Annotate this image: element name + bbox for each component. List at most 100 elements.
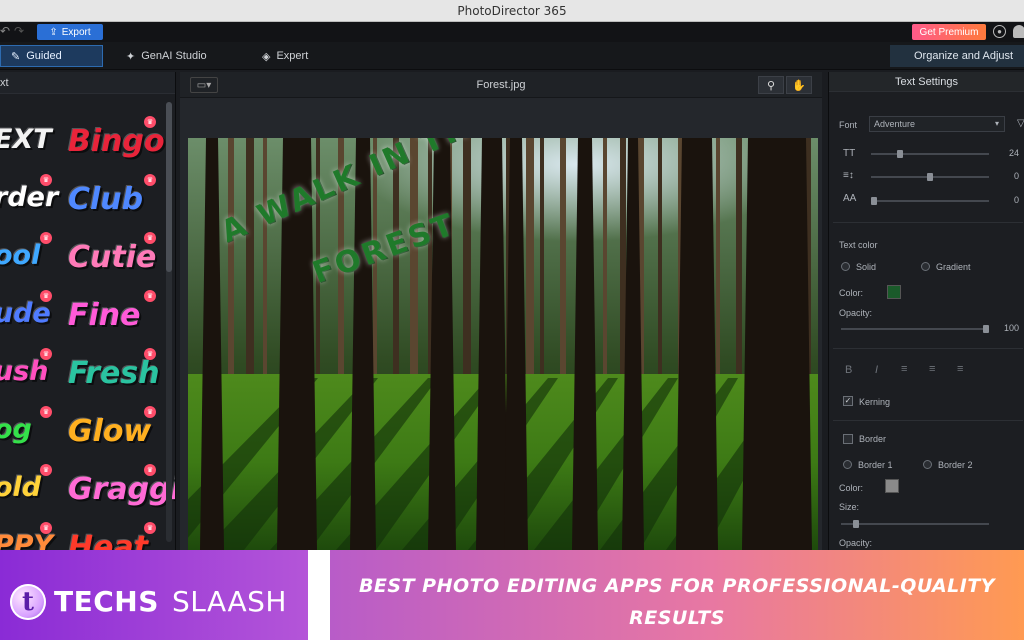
- solid-label: Solid: [856, 262, 877, 272]
- file-name: Forest.jpg: [476, 79, 526, 91]
- get-premium-button[interactable]: Get Premium: [912, 24, 986, 40]
- font-size-slider[interactable]: [871, 150, 989, 158]
- border1-radio[interactable]: [843, 460, 852, 469]
- text-style-preset[interactable]: Cutie: [68, 240, 156, 275]
- font-value: Adventure: [874, 119, 916, 129]
- premium-crown-icon: ♛: [144, 406, 156, 418]
- font-select[interactable]: Adventure ▾: [869, 116, 1005, 132]
- divider: [833, 222, 1023, 223]
- align-right-icon[interactable]: ≡: [957, 363, 963, 375]
- text-style-preset[interactable]: ool: [0, 240, 40, 271]
- zoom-tool-button[interactable]: ⚲: [758, 76, 784, 94]
- premium-crown-icon: ♛: [144, 232, 156, 244]
- opacity-label: Opacity:: [839, 308, 873, 318]
- text-style-preset[interactable]: Graggiti: [68, 472, 175, 507]
- char-spacing-icon: AA: [843, 193, 857, 204]
- solid-radio[interactable]: [841, 262, 850, 271]
- font-size-knob[interactable]: [897, 150, 903, 158]
- magnifier-icon: ⚲: [766, 79, 776, 92]
- text-panel-header: xt: [0, 72, 175, 94]
- mode-tab-bar: ✎ Guided ✦ GenAI Studio ◈ Expert Organiz…: [0, 42, 1024, 70]
- sparkle-icon: ✦: [126, 50, 136, 63]
- notification-bell-icon[interactable]: [1013, 25, 1024, 38]
- opacity-knob[interactable]: [983, 325, 989, 333]
- text-style-preset[interactable]: EXT: [0, 124, 52, 155]
- border-size-slider[interactable]: [841, 520, 989, 528]
- style-panel-scrollbar[interactable]: [166, 102, 172, 542]
- layers-icon: ◈: [262, 50, 271, 63]
- border1-label: Border 1: [858, 460, 893, 470]
- divider: [833, 348, 1023, 349]
- text-style-preset[interactable]: Fresh: [68, 356, 160, 391]
- kerning-checkbox[interactable]: ✓: [843, 396, 853, 406]
- text-style-preset[interactable]: Bingo: [68, 124, 165, 159]
- text-style-preset[interactable]: Glow: [68, 414, 151, 449]
- premium-crown-icon: ♛: [40, 464, 52, 476]
- text-style-preset[interactable]: og: [0, 414, 32, 445]
- text-style-preset[interactable]: Club: [68, 182, 143, 217]
- char-spacing-slider[interactable]: [871, 197, 989, 205]
- border-opacity-label: Opacity:: [839, 538, 873, 548]
- tab-guided[interactable]: ✎ Guided: [0, 45, 103, 67]
- export-label: Export: [61, 26, 91, 38]
- text-style-preset[interactable]: Fine: [68, 298, 140, 333]
- border-size-label: Size:: [839, 502, 860, 512]
- premium-crown-icon: ♛: [40, 232, 52, 244]
- chevron-down-icon: ▾: [994, 119, 999, 128]
- text-style-preset[interactable]: old: [0, 472, 41, 503]
- line-spacing-knob[interactable]: [927, 173, 933, 181]
- account-icon[interactable]: ●: [993, 25, 1006, 38]
- brand-name-slaash: SLAASH: [172, 585, 287, 618]
- undo-icon[interactable]: ↶: [0, 24, 10, 38]
- canvas-header: ▭▾ Forest.jpg ⚲ ✋: [180, 72, 822, 98]
- line-spacing-slider[interactable]: [871, 173, 989, 181]
- premium-crown-icon: ♛: [144, 522, 156, 534]
- opacity-slider[interactable]: [841, 325, 989, 333]
- tab-guided-label: Guided: [26, 50, 62, 62]
- techsslaash-logo-icon: t: [10, 584, 46, 620]
- redo-icon[interactable]: ↷: [14, 24, 24, 38]
- text-style-preset[interactable]: rder: [0, 182, 58, 213]
- premium-crown-icon: ♛: [144, 464, 156, 476]
- tab-expert-label: Expert: [276, 50, 309, 62]
- scrollbar-thumb[interactable]: [166, 102, 172, 272]
- pan-tool-button[interactable]: ✋: [786, 76, 812, 94]
- align-center-icon[interactable]: ≡: [929, 363, 935, 375]
- top-toolbar: ↶ ↷ ⇪ Export Get Premium ●: [0, 22, 1024, 42]
- text-style-preset[interactable]: ush: [0, 356, 49, 387]
- forest-photo[interactable]: A WALK IN THE FOREST: [188, 138, 818, 550]
- text-color-swatch[interactable]: [887, 285, 901, 299]
- gradient-radio[interactable]: [921, 262, 930, 271]
- hand-icon: ✋: [792, 79, 806, 92]
- premium-crown-icon: ♛: [144, 290, 156, 302]
- tab-expert[interactable]: ◈ Expert: [252, 45, 318, 67]
- text-style-preset[interactable]: Heat: [68, 530, 148, 550]
- bold-icon[interactable]: B: [845, 364, 852, 376]
- text-color-heading: Text color: [839, 240, 878, 250]
- border-color-swatch[interactable]: [885, 479, 899, 493]
- canvas-area: ▭▾ Forest.jpg ⚲ ✋ A WALK IN FOREST: [180, 72, 822, 550]
- text-style-icon[interactable]: ▽: [1017, 118, 1024, 129]
- headline-line1: BEST PHOTO EDITING APPS FOR PROFESSIONAL…: [358, 575, 996, 597]
- line-spacing-value: 0: [1013, 171, 1019, 181]
- align-left-icon[interactable]: ≡: [901, 363, 907, 375]
- border2-radio[interactable]: [923, 460, 932, 469]
- export-icon: ⇪: [49, 26, 58, 38]
- premium-crown-icon: ♛: [40, 406, 52, 418]
- border-color-label: Color:: [839, 483, 864, 493]
- border-checkbox[interactable]: [843, 434, 853, 444]
- article-headline: BEST PHOTO EDITING APPS FOR PROFESSIONAL…: [330, 570, 1024, 634]
- text-style-preset[interactable]: ude: [0, 298, 51, 329]
- line-spacing-icon: ≡↕: [843, 170, 854, 181]
- border-label: Border: [859, 434, 887, 444]
- text-settings-panel: Text Settings Font Adventure ▾ ▽ TT 24 ≡…: [828, 72, 1024, 550]
- border-size-knob[interactable]: [853, 520, 859, 528]
- app-title: PhotoDirector 365: [457, 4, 567, 18]
- tab-organize-and-adjust[interactable]: Organize and Adjust: [890, 45, 1024, 67]
- text-style-panel: xt EXTBingo♛rder♛Club♛ool♛Cutie♛ude♛Fine…: [0, 72, 176, 550]
- italic-icon[interactable]: I: [875, 364, 878, 376]
- tab-genai-studio[interactable]: ✦ GenAI Studio: [116, 45, 217, 67]
- export-button[interactable]: ⇪ Export: [37, 24, 103, 40]
- char-spacing-knob[interactable]: [871, 197, 877, 205]
- gradient-label: Gradient: [936, 262, 971, 272]
